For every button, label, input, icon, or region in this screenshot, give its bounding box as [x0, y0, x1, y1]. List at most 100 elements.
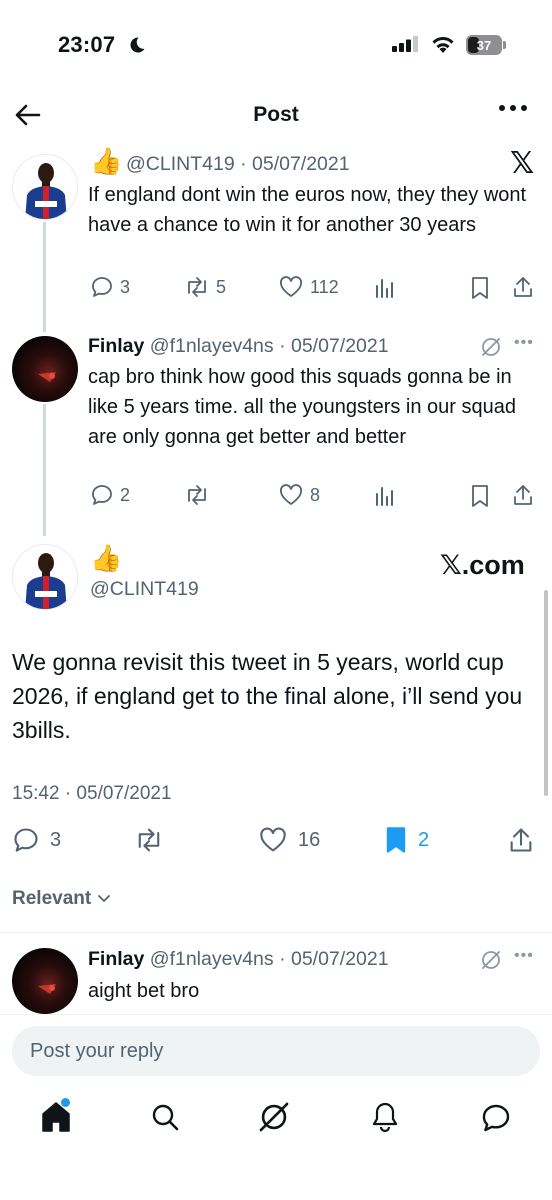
profile-photo: [13, 155, 77, 219]
comment-author[interactable]: Finlay @f1nlayev4ns · 05/07/2021: [88, 948, 389, 971]
profile-photo: [13, 545, 77, 609]
reply-input[interactable]: Post your reply: [12, 1026, 540, 1076]
share-icon: [514, 277, 532, 297]
reply-button[interactable]: 2: [90, 483, 130, 507]
share-icon: [514, 485, 532, 505]
repost-icon: [188, 277, 206, 297]
cellular-signal-icon: [392, 36, 420, 52]
like-icon: [279, 484, 303, 505]
more-icon[interactable]: •••: [514, 334, 534, 352]
views-icon: [376, 279, 393, 298]
views-button[interactable]: [374, 485, 396, 507]
reply-count: 3: [120, 276, 131, 297]
like-button[interactable]: 8: [278, 483, 320, 507]
bookmark-button[interactable]: 2: [384, 826, 429, 854]
reply-button[interactable]: 3: [12, 826, 61, 854]
scroll-indicator[interactable]: [544, 590, 548, 796]
grok-icon: [482, 951, 500, 969]
tweet-text: If england dont win the euros now, they …: [88, 184, 527, 236]
share-icon: [510, 828, 532, 852]
more-icon[interactable]: •••: [514, 947, 534, 965]
page-title: Post: [253, 103, 299, 126]
search-icon: [152, 1104, 179, 1131]
grok-button[interactable]: [480, 949, 502, 971]
thumbs-up-emoji: 👍: [90, 146, 123, 176]
grok-icon: [259, 1102, 289, 1132]
avatar[interactable]: [12, 544, 78, 610]
views-icon: [376, 487, 393, 506]
bookmark-icon: [472, 485, 488, 507]
tweet-timestamp[interactable]: 15:42 · 05/07/2021: [12, 783, 172, 805]
notifications-tab[interactable]: [370, 1100, 404, 1134]
comment-text: aight bet bro: [88, 980, 200, 1002]
avatar[interactable]: [12, 948, 78, 1014]
share-button[interactable]: [512, 483, 534, 507]
grok-button[interactable]: [480, 336, 502, 358]
repost-button[interactable]: [134, 826, 174, 854]
tweet-author[interactable]: Finlay @f1nlayev4ns · 05/07/2021: [88, 335, 389, 358]
avatar[interactable]: [12, 336, 78, 402]
thread-line: [43, 404, 46, 536]
more-icon: [499, 105, 527, 111]
bookmark-icon: [472, 277, 488, 299]
notification-dot: [61, 1098, 70, 1107]
grok-tab[interactable]: [258, 1100, 292, 1134]
x-logo: 𝕏: [510, 147, 535, 180]
reply-icon: [92, 485, 112, 505]
main-tweet-text: We gonna revisit this tweet in 5 years, …: [12, 649, 523, 743]
chevron-down-icon: [98, 895, 111, 903]
grok-icon: [482, 338, 500, 356]
like-button[interactable]: 16: [258, 826, 320, 854]
author-name: Finlay: [88, 948, 145, 970]
repost-button[interactable]: [184, 483, 216, 507]
like-button[interactable]: 112: [278, 275, 339, 299]
like-count: 112: [310, 276, 339, 297]
battery-indicator: 37: [466, 35, 502, 55]
sort-label: Relevant: [12, 888, 92, 909]
divider: [0, 932, 552, 933]
like-count: 8: [310, 484, 321, 505]
bookmark-count: 2: [418, 828, 430, 851]
divider: [0, 1014, 552, 1015]
bookmark-icon: [386, 827, 406, 853]
more-options-button[interactable]: [498, 104, 530, 128]
status-time: 23:07: [58, 32, 116, 57]
do-not-disturb-icon: [128, 36, 146, 54]
reply-icon: [14, 828, 38, 852]
messages-tab[interactable]: [480, 1102, 514, 1136]
reply-icon: [92, 277, 112, 297]
repost-count: 5: [216, 276, 227, 297]
repost-button[interactable]: 5: [184, 275, 226, 299]
bookmark-button[interactable]: [470, 484, 490, 508]
reply-button[interactable]: 3: [90, 275, 130, 299]
reply-count: 3: [50, 828, 62, 851]
notifications-icon: [372, 1102, 398, 1133]
tweet-handle-date: @f1nlayev4ns · 05/07/2021: [149, 335, 389, 357]
profile-photo: [38, 372, 56, 382]
like-icon: [260, 827, 286, 852]
author-name: Finlay: [88, 335, 145, 357]
like-icon: [279, 276, 303, 297]
sort-dropdown[interactable]: Relevant: [12, 888, 111, 910]
tweet-handle-date[interactable]: @CLINT419 · 05/07/2021: [126, 153, 350, 176]
profile-photo: [38, 984, 56, 994]
tweet-handle[interactable]: @CLINT419: [90, 578, 199, 601]
battery-tip: [503, 41, 506, 49]
thread-line: [43, 222, 46, 332]
share-button[interactable]: [508, 826, 534, 854]
like-count: 16: [298, 828, 321, 851]
x-logo: 𝕏.com: [440, 550, 525, 580]
bookmark-button[interactable]: [470, 276, 490, 300]
thumbs-up-emoji: 👍: [90, 543, 123, 573]
share-button[interactable]: [512, 275, 534, 299]
avatar[interactable]: [12, 154, 78, 220]
repost-icon: [188, 485, 206, 505]
comment-handle-date: @f1nlayev4ns · 05/07/2021: [149, 948, 389, 970]
wifi-icon: [430, 34, 456, 54]
reply-count: 2: [120, 484, 131, 505]
search-tab[interactable]: [150, 1102, 184, 1136]
tweet-text: cap bro think how good this squads gonna…: [88, 366, 516, 448]
views-button[interactable]: [374, 277, 396, 299]
messages-icon: [482, 1104, 510, 1132]
repost-icon: [138, 828, 160, 852]
